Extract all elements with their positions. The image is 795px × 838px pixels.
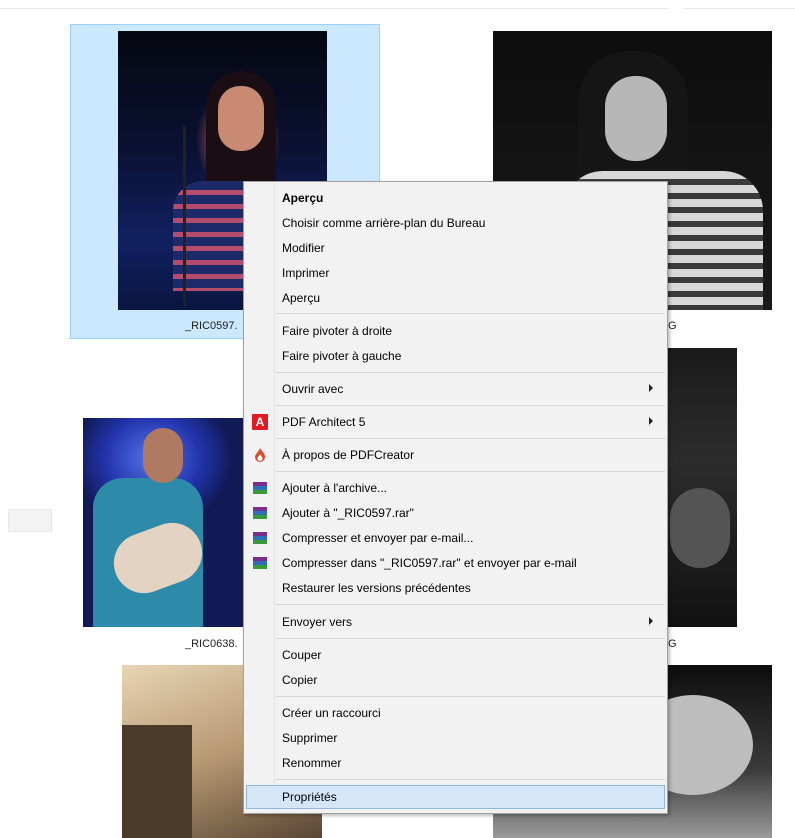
menu-separator xyxy=(276,405,665,406)
menu-separator xyxy=(276,604,665,605)
menu-item-label: Envoyer vers xyxy=(282,615,353,629)
menu-separator xyxy=(276,779,665,780)
menu-item-label: PDF Architect 5 xyxy=(282,415,366,429)
menu-item-label: Créer un raccourci xyxy=(282,706,381,720)
menu-item-label: Aperçu xyxy=(282,291,321,305)
menu-item-rotate-right[interactable]: Faire pivoter à droite xyxy=(246,319,665,343)
menu-separator xyxy=(276,438,665,439)
menu-item-edit[interactable]: Modifier xyxy=(246,236,665,260)
menu-item-restore-previous-versions[interactable]: Restaurer les versions précédentes xyxy=(246,576,665,600)
menu-item-compress-to-rar-and-email[interactable]: Compresser dans "_RIC0597.rar" et envoye… xyxy=(246,551,665,575)
menu-item-compress-and-email[interactable]: Compresser et envoyer par e-mail... xyxy=(246,526,665,550)
menu-item-label: À propos de PDFCreator xyxy=(282,448,415,462)
menu-separator xyxy=(276,372,665,373)
menu-item-open-with[interactable]: Ouvrir avec xyxy=(246,377,665,401)
pdfcreator-icon xyxy=(252,447,268,463)
photo-detail xyxy=(143,428,183,483)
header-divider xyxy=(0,8,668,9)
menu-item-label: Restaurer les versions précédentes xyxy=(282,581,471,595)
file-name-fragment[interactable]: G xyxy=(668,638,677,650)
menu-item-create-shortcut[interactable]: Créer un raccourci xyxy=(246,701,665,725)
thumbnail-image[interactable] xyxy=(668,348,737,627)
submenu-arrow-icon xyxy=(649,417,653,425)
menu-separator xyxy=(276,313,665,314)
menu-item-rename[interactable]: Renommer xyxy=(246,751,665,775)
winrar-icon xyxy=(252,480,268,496)
menu-item-label: Supprimer xyxy=(282,731,338,745)
menu-item-copy[interactable]: Copier xyxy=(246,668,665,692)
file-name-fragment[interactable]: G xyxy=(668,320,677,332)
menu-item-add-to-archive[interactable]: Ajouter à l'archive... xyxy=(246,476,665,500)
menu-item-print[interactable]: Imprimer xyxy=(246,261,665,285)
menu-item-label: Ajouter à l'archive... xyxy=(282,481,388,495)
menu-item-about-pdfcreator[interactable]: À propos de PDFCreator xyxy=(246,443,665,467)
menu-separator xyxy=(276,471,665,472)
menu-item-pdf-architect[interactable]: A PDF Architect 5 xyxy=(246,410,665,434)
winrar-icon xyxy=(252,505,268,521)
menu-item-label: Couper xyxy=(282,648,322,662)
menu-item-set-desktop-background[interactable]: Choisir comme arrière-plan du Bureau xyxy=(246,211,665,235)
menu-item-cut[interactable]: Couper xyxy=(246,643,665,667)
file-name[interactable]: _RIC0638. xyxy=(185,638,238,650)
pdf-architect-icon: A xyxy=(252,414,268,430)
menu-item-add-to-rar[interactable]: Ajouter à "_RIC0597.rar" xyxy=(246,501,665,525)
photo-detail xyxy=(605,76,667,161)
winrar-icon xyxy=(252,555,268,571)
menu-item-send-to[interactable]: Envoyer vers xyxy=(246,610,665,634)
menu-item-delete[interactable]: Supprimer xyxy=(246,726,665,750)
photo-detail xyxy=(183,126,186,306)
menu-item-apercu[interactable]: Aperçu xyxy=(246,286,665,310)
menu-item-label: Modifier xyxy=(282,241,325,255)
menu-separator xyxy=(276,696,665,697)
menu-item-rotate-left[interactable]: Faire pivoter à gauche xyxy=(246,344,665,368)
menu-separator xyxy=(276,638,665,639)
menu-item-label: Imprimer xyxy=(282,266,330,280)
photo-detail xyxy=(122,725,192,838)
menu-item-label: Compresser et envoyer par e-mail... xyxy=(282,531,474,545)
submenu-arrow-icon xyxy=(649,617,653,625)
file-name[interactable]: _RIC0597. xyxy=(185,320,238,332)
photo-detail xyxy=(670,488,730,568)
thumbnail-image[interactable] xyxy=(83,418,243,627)
menu-item-label: Faire pivoter à droite xyxy=(282,324,393,338)
menu-item-label: Faire pivoter à gauche xyxy=(282,349,402,363)
menu-item-label: Propriétés xyxy=(282,790,337,804)
navigation-pane-fragment[interactable] xyxy=(8,509,52,532)
photo-detail xyxy=(218,86,264,151)
menu-item-label: Ajouter à "_RIC0597.rar" xyxy=(282,506,414,520)
submenu-arrow-icon xyxy=(649,384,653,392)
menu-item-label: Copier xyxy=(282,673,318,687)
context-menu: Aperçu Choisir comme arrière-plan du Bur… xyxy=(243,181,668,814)
menu-item-label: Choisir comme arrière-plan du Bureau xyxy=(282,216,486,230)
menu-item-properties[interactable]: Propriétés xyxy=(246,785,665,809)
menu-item-apercu-default[interactable]: Aperçu xyxy=(246,186,665,210)
menu-item-label: Aperçu xyxy=(282,191,324,205)
winrar-icon xyxy=(252,530,268,546)
header-divider-right xyxy=(684,8,795,9)
menu-item-label: Compresser dans "_RIC0597.rar" et envoye… xyxy=(282,556,577,570)
menu-item-label: Ouvrir avec xyxy=(282,382,344,396)
menu-item-label: Renommer xyxy=(282,756,342,770)
